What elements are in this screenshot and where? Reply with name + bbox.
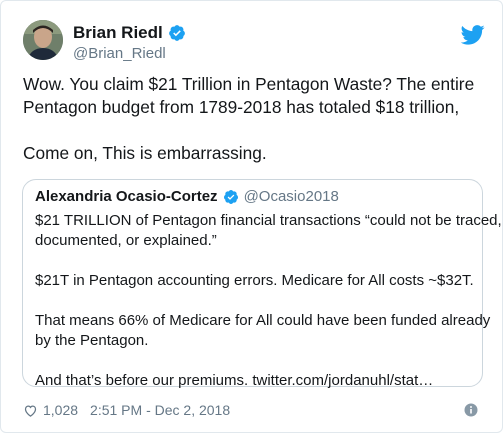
- info-icon[interactable]: [464, 403, 478, 417]
- quoted-line: And that’s before our premiums. twitter.…: [35, 372, 434, 389]
- timestamp[interactable]: 2:51 PM - Dec 2, 2018: [90, 402, 230, 418]
- twitter-bird-icon[interactable]: [461, 25, 485, 45]
- tweet-text: Wow. You claim $21 Trillion in Pentagon …: [23, 73, 493, 165]
- verified-badge-icon: [168, 25, 185, 41]
- avatar-image: [23, 20, 63, 60]
- author-handle[interactable]: @Brian_Riedl: [73, 45, 166, 62]
- quoted-line: documented, or explained.”: [35, 232, 217, 249]
- author-name-row[interactable]: Brian Riedl: [73, 23, 186, 43]
- author-name[interactable]: Brian Riedl: [73, 23, 163, 43]
- tweet-card: Brian Riedl @Brian_Riedl Wow. You claim …: [0, 0, 503, 433]
- verified-badge-icon: [223, 189, 238, 204]
- quoted-tweet-header: Alexandria Ocasio-Cortez @Ocasio2018: [35, 188, 339, 205]
- quoted-tweet[interactable]: Alexandria Ocasio-Cortez @Ocasio2018 $21…: [22, 179, 502, 389]
- quoted-line: by the Pentagon.: [35, 332, 149, 349]
- like-count[interactable]: 1,028: [43, 402, 78, 418]
- tweet-line: Wow. You claim $21 Trillion in Pentagon …: [23, 74, 475, 94]
- quoted-author-handle: @Ocasio2018: [243, 188, 339, 205]
- quoted-line: $21 TRILLION of Pentagon financial trans…: [35, 212, 502, 229]
- quoted-line: That means 66% of Medicare for All could…: [35, 312, 491, 329]
- tweet-footer: 1,028 2:51 PM - Dec 2, 2018: [23, 402, 230, 418]
- quoted-line: $21T in Pentagon accounting errors. Medi…: [35, 272, 474, 289]
- quoted-author-name: Alexandria Ocasio-Cortez: [35, 188, 218, 205]
- tweet-line: Pentagon budget from 1789-2018 has total…: [23, 97, 460, 117]
- avatar[interactable]: [23, 20, 63, 60]
- quoted-tweet-text: $21 TRILLION of Pentagon financial trans…: [35, 211, 502, 391]
- heart-icon[interactable]: [23, 403, 38, 418]
- tweet-line: Come on, This is embarrassing.: [23, 143, 267, 163]
